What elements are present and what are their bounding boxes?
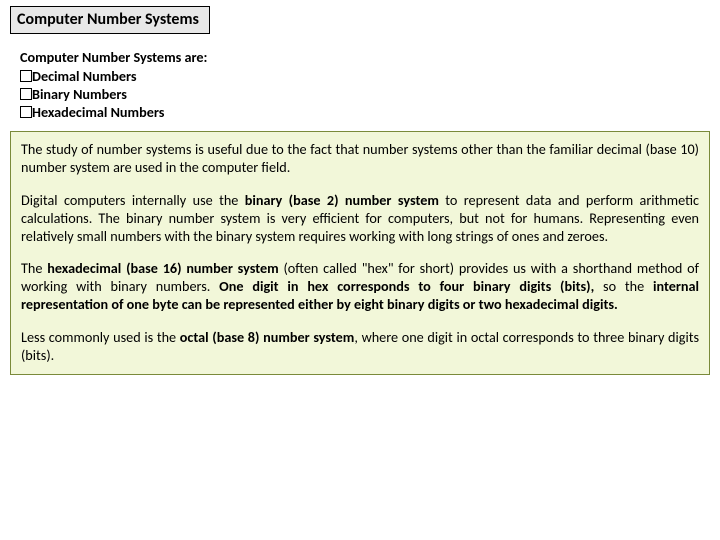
list-item: Decimal Numbers: [20, 67, 710, 85]
square-bullet-icon: [20, 70, 32, 82]
page-title: Computer Number Systems: [10, 6, 210, 34]
list-item: Hexadecimal Numbers: [20, 103, 710, 121]
square-bullet-icon: [20, 106, 32, 118]
list-item: Binary Numbers: [20, 85, 710, 103]
paragraph: The study of number systems is useful du…: [21, 140, 699, 176]
content-panel: The study of number systems is useful du…: [10, 131, 710, 375]
paragraph: Digital computers internally use the bin…: [21, 191, 699, 246]
list-item-label: Binary Numbers: [32, 85, 127, 103]
paragraph: Less commonly used is the octal (base 8)…: [21, 328, 699, 364]
intro-heading: Computer Number Systems are:: [20, 48, 710, 66]
square-bullet-icon: [20, 88, 32, 100]
list-item-label: Decimal Numbers: [32, 67, 137, 85]
intro-block: Computer Number Systems are: Decimal Num…: [20, 48, 710, 121]
paragraph: The hexadecimal (base 16) number system …: [21, 259, 699, 314]
list-item-label: Hexadecimal Numbers: [32, 103, 164, 121]
